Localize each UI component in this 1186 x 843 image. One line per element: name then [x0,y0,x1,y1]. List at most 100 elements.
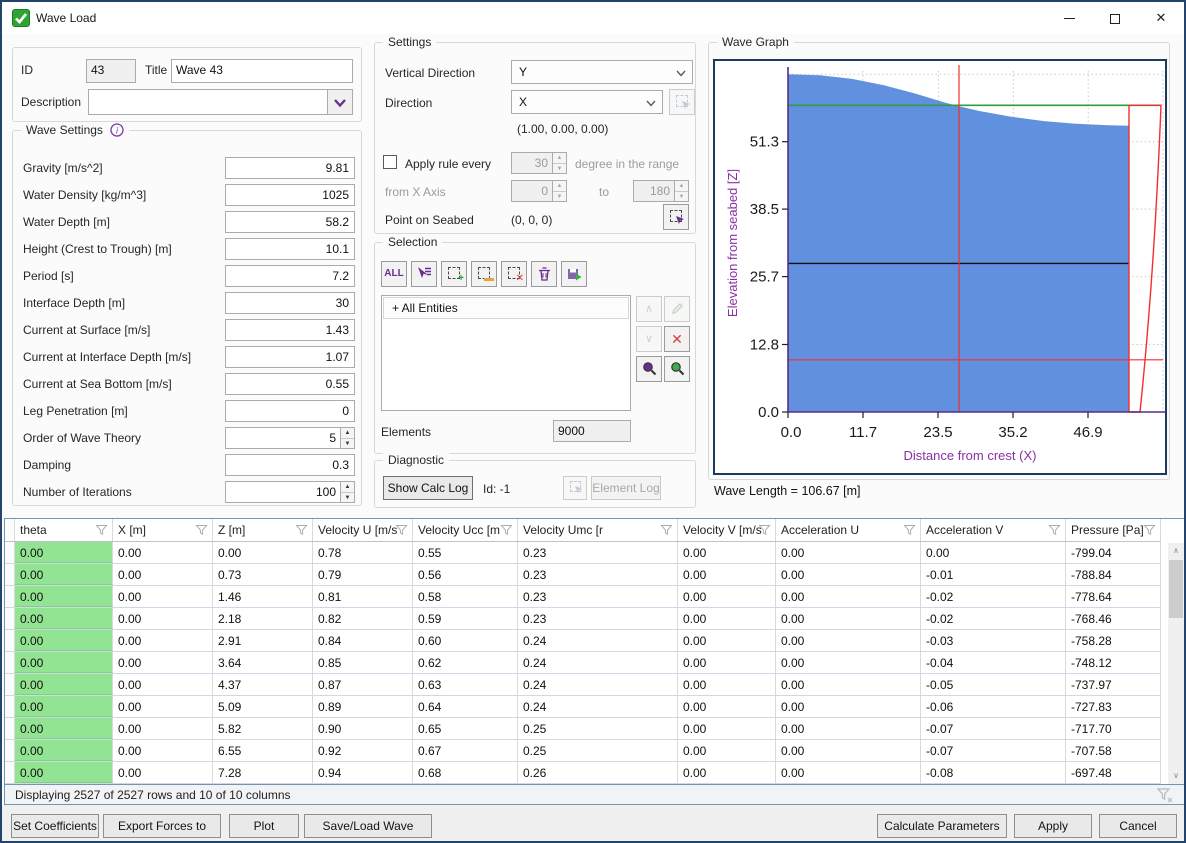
id-field[interactable]: 43 [86,59,136,83]
apply-rule-checkbox[interactable] [383,155,397,169]
table-row[interactable]: 0.000.005.090.890.640.240.000.00-0.06-72… [5,696,1161,718]
column-header[interactable]: Velocity Ucc [m [413,519,518,541]
description-combo[interactable] [88,89,353,115]
table-row[interactable]: 0.000.005.820.900.650.250.000.00-0.07-71… [5,718,1161,740]
column-header[interactable]: Velocity V [m/s [678,519,776,541]
filter-funnel-icon[interactable] [295,524,308,536]
wave-setting-field[interactable]: 0 [225,400,355,422]
add-to-selection-button[interactable]: + [441,261,467,287]
table-row[interactable]: 0.000.002.910.840.600.240.000.00-0.03-75… [5,630,1161,652]
export-forces-to-excel-button[interactable]: Export Forces to Excel [103,814,221,838]
column-header[interactable]: Pressure [Pa] [1066,519,1161,541]
wave-graph-plot[interactable]: 0.0 12.8 25.7 38.5 51.3 0.0 11.7 23.5 35… [713,59,1167,475]
column-header[interactable]: Velocity U [m/s [313,519,413,541]
wave-setting-field[interactable]: 5▲▼ [225,427,355,449]
description-dropdown-button[interactable] [327,90,352,114]
filter-funnel-icon[interactable] [95,524,108,536]
direction-combo[interactable]: X [511,90,663,114]
spinner-buttons[interactable]: ▲▼ [340,428,354,448]
wave-setting-field[interactable]: 0.55 [225,373,355,395]
filter-funnel-icon[interactable] [1143,524,1156,536]
minimize-button[interactable] [1046,2,1092,33]
wave-setting-field[interactable]: 9.81 [225,157,355,179]
pick-from-tree-button[interactable] [411,261,437,287]
table-row[interactable]: 0.000.006.550.920.670.250.000.00-0.07-70… [5,740,1161,762]
scrollbar-thumb[interactable] [1169,560,1183,618]
save-load-wave-settings-button[interactable]: Save/Load Wave Settings [304,814,432,838]
wave-setting-field[interactable]: 10.1 [225,238,355,260]
wave-setting-label: Leg Penetration [m] [23,404,128,418]
clear-filter-icon[interactable] [1157,788,1173,803]
table-cell: 0.00 [776,696,921,717]
wave-setting-field[interactable]: 58.2 [225,211,355,233]
grid-vertical-scrollbar[interactable]: ∧ ∨ [1168,543,1184,784]
description-label: Description [21,95,81,109]
filter-funnel-icon[interactable] [660,524,673,536]
bottom-button-bar: Set Coefficients Export Forces to Excel … [2,805,1184,841]
set-coefficients-button[interactable]: Set Coefficients [11,814,99,838]
maximize-button[interactable] [1092,2,1138,33]
wave-setting-field[interactable]: 1.43 [225,319,355,341]
cancel-button[interactable]: Cancel [1099,814,1177,838]
remove-from-selection-button[interactable]: ▬ [471,261,497,287]
table-cell: 0.00 [113,542,213,563]
delete-item-button[interactable]: ✕ [664,326,690,352]
wave-setting-row: Leg Penetration [m] 0 [21,400,355,423]
pick-seabed-point-button[interactable] [663,204,689,230]
filter-funnel-icon[interactable] [758,524,771,536]
wave-setting-field[interactable]: 30 [225,292,355,314]
table-row[interactable]: 0.000.000.730.790.560.230.000.00-0.01-78… [5,564,1161,586]
wave-setting-field[interactable]: 0.3 [225,454,355,476]
table-row[interactable]: 0.000.004.370.870.630.240.000.00-0.05-73… [5,674,1161,696]
save-selection-button[interactable] [561,261,587,287]
show-calc-log-button[interactable]: Show Calc Log [383,476,473,500]
selection-list[interactable]: + All Entities [381,295,631,411]
close-button[interactable]: ✕ [1138,2,1184,33]
zoom-fit-button[interactable] [664,356,690,382]
wave-graph-title: Wave Graph [717,35,794,49]
filter-funnel-icon[interactable] [500,524,513,536]
spin-down-icon[interactable]: ▼ [341,493,354,503]
scroll-up-icon[interactable]: ∧ [1168,543,1184,559]
table-row[interactable]: 0.000.000.000.780.550.230.000.000.00-799… [5,542,1161,564]
spin-up-icon[interactable]: ▲ [341,482,354,493]
info-icon[interactable]: i [110,123,124,137]
spin-down-icon[interactable]: ▼ [341,439,354,449]
list-item[interactable]: + All Entities [383,297,629,319]
filter-funnel-icon[interactable] [1048,524,1061,536]
table-cell: -758.28 [1066,630,1161,651]
vertical-direction-combo[interactable]: Y [511,60,693,84]
wave-setting-field[interactable]: 7.2 [225,265,355,287]
wave-setting-field[interactable]: 1.07 [225,346,355,368]
table-row[interactable]: 0.000.007.280.940.680.260.000.00-0.08-69… [5,762,1161,784]
spin-up-icon[interactable]: ▲ [341,428,354,439]
delete-selection-button[interactable] [531,261,557,287]
scroll-down-icon[interactable]: ∨ [1168,768,1184,784]
calculate-parameters-button[interactable]: Calculate Parameters [877,814,1007,838]
filter-funnel-icon[interactable] [195,524,208,536]
clear-selection-button[interactable]: ✕ [501,261,527,287]
filter-funnel-icon[interactable] [903,524,916,536]
grid-header-row: thetaX [m]Z [m]Velocity U [m/sVelocity U… [5,519,1161,542]
column-header[interactable]: theta [15,519,113,541]
table-cell: 0.00 [113,630,213,651]
title-field[interactable]: Wave 43 [171,59,353,83]
column-header[interactable]: Velocity Umc [r [518,519,678,541]
table-row[interactable]: 0.000.002.180.820.590.230.000.00-0.02-76… [5,608,1161,630]
row-header-strip [5,652,15,673]
column-header[interactable]: Acceleration U [776,519,921,541]
table-row[interactable]: 0.000.003.640.850.620.240.000.00-0.04-74… [5,652,1161,674]
select-all-button[interactable]: ALL [381,261,407,287]
wave-setting-field[interactable]: 100▲▼ [225,481,355,503]
wave-setting-field[interactable]: 1025 [225,184,355,206]
zoom-selection-button[interactable] [636,356,662,382]
column-header[interactable]: Acceleration V [921,519,1066,541]
plot-button[interactable]: Plot [229,814,299,838]
column-header[interactable]: X [m] [113,519,213,541]
spinner-buttons[interactable]: ▲▼ [340,482,354,502]
table-row[interactable]: 0.000.001.460.810.580.230.000.00-0.02-77… [5,586,1161,608]
filter-funnel-icon[interactable] [395,524,408,536]
apply-button[interactable]: Apply [1014,814,1092,838]
table-cell: 0.92 [313,740,413,761]
column-header[interactable]: Z [m] [213,519,313,541]
